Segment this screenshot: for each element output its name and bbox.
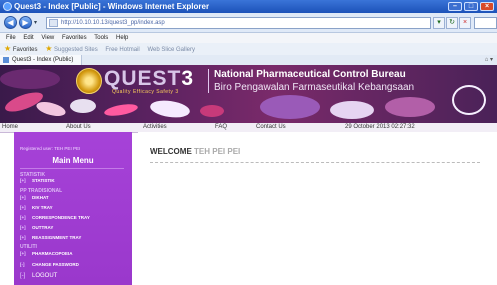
address-text: http://10.10.10.13/quest3_pp/index.asp (61, 20, 165, 26)
favorites-button[interactable]: Favorites (13, 47, 38, 53)
browser-tab[interactable]: Quest3 - Index (Public) (0, 55, 83, 65)
address-toolbar: ◀ ▶ ▾ http://10.10.10.13/quest3_pp/index… (0, 13, 497, 33)
welcome-heading: WELCOME TEH PEI PEI (150, 147, 240, 156)
menu-divider (20, 168, 124, 169)
stop-icon[interactable]: × (459, 17, 471, 29)
page-icon (49, 19, 58, 27)
menu-edit[interactable]: Edit (23, 35, 33, 41)
nav-about-us[interactable]: About Us (66, 123, 91, 132)
forward-icon[interactable]: ▶ (19, 16, 32, 29)
bureau-title-en: National Pharmaceutical Control Bureau (214, 69, 406, 80)
menu-item-change-password[interactable]: [-] CHANGE PASSWORD (20, 261, 126, 269)
nav-datetime: 29 October 2013 02:27:32 (345, 124, 415, 130)
ie-logo-icon (3, 2, 12, 11)
back-icon[interactable]: ◀ (4, 16, 17, 29)
pill-image (103, 102, 139, 118)
close-icon[interactable]: × (480, 2, 494, 11)
bureau-title-ms: Biro Pengawalan Farmaseutikal Kebangsaan (214, 82, 415, 93)
menu-item-outtray[interactable]: [+] OUTTRAY (20, 224, 126, 232)
pill-image (0, 69, 60, 89)
menu-item-statistik[interactable]: [+] STATISTIK (20, 177, 126, 185)
menu-item-dikhat[interactable]: [+] DIKHAT (20, 194, 126, 202)
tab-title: Quest3 - Index (Public) (12, 57, 74, 63)
window-controls: – □ × (448, 2, 494, 11)
welcome-label: WELCOME (150, 147, 192, 156)
main-menu-title: Main Menu (52, 156, 94, 165)
quest-logo: QUEST3 (104, 67, 195, 90)
agency-crest-icon (76, 68, 102, 94)
window-title: Quest3 - Index [Public] - Windows Intern… (14, 2, 210, 11)
favorites-star-icon[interactable]: ★ (4, 44, 11, 53)
add-favorite-icon[interactable]: ★ (45, 44, 52, 53)
lab-image (385, 97, 435, 117)
refresh-icon[interactable]: ↻ (446, 17, 458, 29)
menu-favorites[interactable]: Favorites (62, 35, 87, 41)
history-dropdown-icon[interactable]: ▾ (34, 19, 37, 26)
pill-image (34, 99, 68, 119)
nav-faq[interactable]: FAQ (215, 123, 227, 132)
fav-suggested-sites[interactable]: Suggested Sites (54, 47, 98, 53)
menu-tools[interactable]: Tools (94, 35, 108, 41)
search-input[interactable] (474, 17, 497, 29)
menu-file[interactable]: File (6, 35, 16, 41)
registered-user: Registered user: TEH PEI PEI (20, 146, 81, 151)
address-bar[interactable]: http://10.10.10.13/quest3_pp/index.asp (46, 17, 431, 29)
nav-contact-us[interactable]: Contact Us (256, 123, 286, 132)
menu-item-reassignment-tray[interactable]: [+] REASSIGNMENT TRAY (20, 234, 126, 242)
home-icon[interactable]: ⌂ ▾ (485, 55, 493, 65)
menu-item-correspondence-tray[interactable]: [+] CORRESPONDENCE TRAY (20, 214, 126, 222)
menu-item-logout[interactable]: [-] LOGOUT (20, 272, 126, 280)
site-banner: QUEST3 Quality Efficacy Safety 3 Nationa… (0, 65, 497, 123)
lab-image (330, 101, 374, 119)
menu-help[interactable]: Help (116, 35, 128, 41)
menu-bar: File Edit View Favorites Tools Help (0, 33, 497, 43)
quest-tagline: Quality Efficacy Safety 3 (112, 89, 179, 95)
nav-activities[interactable]: Activities (143, 123, 167, 132)
pill-image (70, 99, 96, 113)
fav-free-hotmail[interactable]: Free Hotmail (105, 47, 139, 53)
menu-item-kiv-tray[interactable]: [+] KIV TRAY (20, 204, 126, 212)
main-content: WELCOME TEH PEI PEI (138, 132, 497, 285)
pill-image (149, 98, 191, 120)
lab-image (260, 95, 320, 119)
tab-favicon-icon (3, 57, 9, 63)
seal-icon (452, 85, 486, 115)
maximize-icon[interactable]: □ (464, 2, 478, 11)
window-titlebar: Quest3 - Index [Public] - Windows Intern… (0, 0, 497, 13)
minimize-icon[interactable]: – (448, 2, 462, 11)
welcome-user-name: TEH PEI PEI (194, 147, 241, 156)
menu-item-pharmacopoeia[interactable]: [+] PHARMACOPOEIA (20, 250, 126, 258)
menu-view[interactable]: View (41, 35, 54, 41)
content-divider (150, 162, 480, 163)
pill-image (200, 105, 224, 117)
banner-divider (208, 69, 209, 93)
nav-home[interactable]: Home (2, 123, 18, 132)
fav-web-slice-gallery[interactable]: Web Slice Gallery (147, 47, 195, 53)
main-menu-sidebar: Registered user: TEH PEI PEI Main Menu S… (14, 132, 132, 285)
compat-view-icon[interactable]: ▾ (433, 17, 445, 29)
